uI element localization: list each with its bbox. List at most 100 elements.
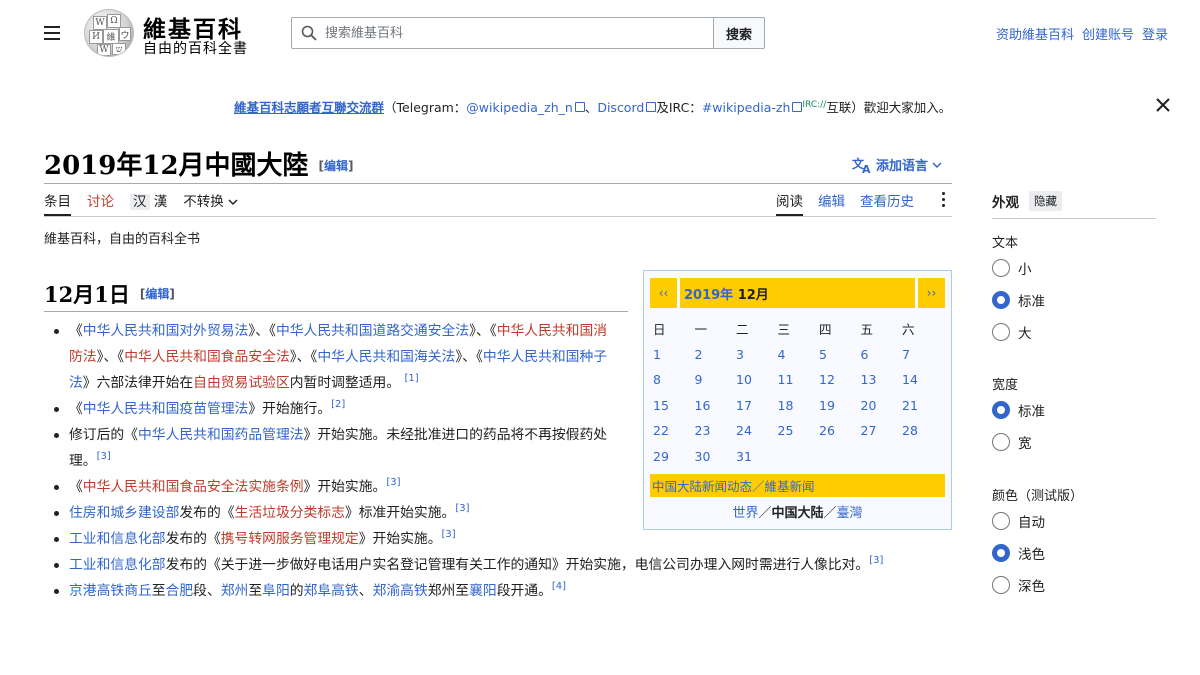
login-link[interactable]: 登录	[1142, 24, 1168, 43]
calendar-day-link[interactable]: 13	[858, 372, 900, 387]
calendar-day-link[interactable]: 24	[733, 423, 775, 438]
article-link[interactable]: 郑阜高铁	[304, 583, 359, 599]
calendar-day-link[interactable]: 29	[650, 449, 692, 464]
main-menu-icon[interactable]	[42, 22, 66, 44]
tab-edit[interactable]: 编辑	[818, 190, 845, 216]
text-size-option[interactable]: 标准	[992, 284, 1045, 316]
volunteer-group-link[interactable]: 維基百科志願者互聯交流群	[234, 100, 384, 115]
calendar-day-link[interactable]: 8	[650, 372, 692, 387]
red-link[interactable]: 自由贸易试验区	[193, 375, 290, 391]
calendar-day-link[interactable]: 11	[775, 372, 817, 387]
calendar-day-link[interactable]: 30	[692, 449, 734, 464]
search-input[interactable]	[325, 18, 705, 48]
tab-variant-traditional[interactable]: 漢	[154, 194, 168, 210]
radio-button[interactable]	[992, 433, 1010, 451]
create-account-link[interactable]: 创建账号	[1082, 24, 1134, 43]
calendar-day-link[interactable]: 28	[899, 423, 941, 438]
article-link[interactable]: 工业和信息化部	[69, 557, 166, 573]
reference-link[interactable]: [3]	[442, 529, 456, 540]
taiwan-link[interactable]: 臺灣	[837, 506, 863, 521]
color-option[interactable]: 浅色	[992, 537, 1083, 569]
tab-talk[interactable]: 讨论	[87, 190, 114, 216]
calendar-day-link[interactable]: 19	[816, 398, 858, 413]
more-actions-icon[interactable]	[936, 190, 950, 210]
calendar-day-link[interactable]: 15	[650, 398, 692, 413]
article-link[interactable]: 襄阳	[469, 583, 497, 599]
calendar-day-link[interactable]: 6	[858, 347, 900, 362]
calendar-day-link[interactable]: 4	[775, 347, 817, 362]
calendar-day-link[interactable]: 23	[692, 423, 734, 438]
reference-link[interactable]: [3]	[455, 503, 469, 514]
add-language-button[interactable]: 文 A 添加语言	[852, 155, 942, 174]
width-option[interactable]: 标准	[992, 394, 1045, 426]
article-link[interactable]: 阜阳	[262, 583, 290, 599]
color-option[interactable]: 深色	[992, 569, 1083, 601]
calendar-day-link[interactable]: 26	[816, 423, 858, 438]
article-link[interactable]: 商丘	[124, 583, 152, 599]
red-link[interactable]: 中华人民共和国食品安全法实施条例	[83, 479, 304, 495]
calendar-day-link[interactable]: 18	[775, 398, 817, 413]
color-option[interactable]: 自动	[992, 505, 1083, 537]
calendar-prev-month[interactable]: ‹‹	[650, 278, 680, 308]
calendar-day-link[interactable]: 27	[858, 423, 900, 438]
calendar-day-link[interactable]: 21	[899, 398, 941, 413]
donate-link[interactable]: 资助維基百科	[996, 24, 1074, 43]
radio-button[interactable]	[992, 323, 1010, 341]
article-link[interactable]: 中华人民共和国海关法	[317, 349, 455, 365]
text-size-option[interactable]: 大	[992, 316, 1045, 348]
calendar-day-link[interactable]: 17	[733, 398, 775, 413]
width-option[interactable]: 宽	[992, 426, 1045, 458]
article-link[interactable]: 合肥	[166, 583, 194, 599]
article-link[interactable]: 住房和城乡建设部	[69, 505, 179, 521]
article-link[interactable]: 工业和信息化部	[69, 531, 166, 547]
wikipedia-logo-icon[interactable]: W Ω И 維 ウ W ש	[84, 9, 134, 57]
calendar-day-link[interactable]: 31	[733, 449, 775, 464]
red-link[interactable]: 中华人民共和国食品安全法	[124, 349, 290, 365]
tab-article[interactable]: 条目	[44, 190, 71, 216]
tab-variant-simplified[interactable]: 汉	[130, 194, 150, 210]
article-link[interactable]: 京港高铁	[69, 583, 124, 599]
reference-link[interactable]: [3]	[869, 555, 883, 566]
world-link[interactable]: 世界	[732, 506, 758, 521]
calendar-day-link[interactable]: 16	[692, 398, 734, 413]
section-edit-link[interactable]: 编辑	[145, 287, 169, 301]
radio-button[interactable]	[992, 512, 1010, 530]
radio-button[interactable]	[992, 401, 1010, 419]
article-link[interactable]: 郑州	[221, 583, 249, 599]
calendar-day-link[interactable]: 20	[858, 398, 900, 413]
convert-dropdown[interactable]: 不转换	[183, 190, 238, 216]
reference-link[interactable]: [2]	[331, 399, 345, 410]
calendar-day-link[interactable]: 12	[816, 372, 858, 387]
calendar-day-link[interactable]: 10	[733, 372, 775, 387]
article-link[interactable]: 郑渝高铁	[373, 583, 428, 599]
calendar-year-link[interactable]: 2019年	[684, 288, 733, 303]
article-link[interactable]: 中华人民共和国药品管理法	[138, 427, 304, 443]
calendar-day-link[interactable]: 14	[899, 372, 941, 387]
discord-link[interactable]: Discord	[597, 100, 656, 115]
article-link[interactable]: 中华人民共和国疫苗管理法	[83, 401, 249, 417]
reference-link[interactable]: [3]	[97, 451, 111, 462]
article-link[interactable]: 中华人民共和国对外贸易法	[83, 323, 249, 339]
irc-link[interactable]: #wikipedia-zh	[702, 100, 803, 115]
appearance-hide-button[interactable]: 隐藏	[1029, 191, 1062, 211]
article-link[interactable]: 中华人民共和国道路交通安全法	[276, 323, 469, 339]
text-size-option[interactable]: 小	[992, 252, 1045, 284]
radio-button[interactable]	[992, 259, 1010, 277]
calendar-day-link[interactable]: 2	[692, 347, 734, 362]
calendar-day-link[interactable]: 1	[650, 347, 692, 362]
close-icon[interactable]	[1154, 96, 1172, 114]
radio-button[interactable]	[992, 576, 1010, 594]
calendar-day-link[interactable]: 3	[733, 347, 775, 362]
tab-history[interactable]: 查看历史	[860, 190, 914, 216]
calendar-day-link[interactable]: 22	[650, 423, 692, 438]
telegram-link[interactable]: @wikipedia_zh_n	[466, 100, 585, 115]
radio-button[interactable]	[992, 544, 1010, 562]
calendar-next-month[interactable]: ››	[915, 278, 945, 308]
search-button[interactable]: 搜索	[713, 17, 765, 49]
red-link[interactable]: 携号转网服务管理规定	[221, 531, 359, 547]
radio-button[interactable]	[992, 291, 1010, 309]
reference-link[interactable]: [1]	[405, 373, 419, 384]
red-link[interactable]: 生活垃圾分类标志	[235, 505, 345, 521]
calendar-day-link[interactable]: 25	[775, 423, 817, 438]
calendar-day-link[interactable]: 7	[899, 347, 941, 362]
